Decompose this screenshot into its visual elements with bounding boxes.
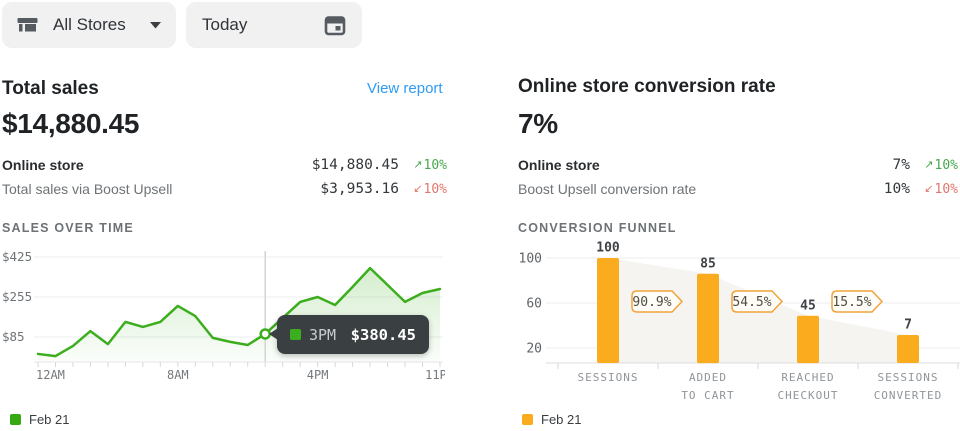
arrow-down-icon: ↙: [924, 182, 933, 195]
svg-text:100: 100: [519, 252, 542, 267]
svg-text:90.9%: 90.9%: [632, 295, 671, 310]
conversion-rate-value: 7%: [518, 108, 558, 140]
svg-text:85: 85: [700, 256, 716, 271]
delta-badge: ↗10%: [918, 158, 958, 173]
tooltip-series-swatch: [290, 329, 301, 340]
date-range-label: Today: [202, 15, 247, 35]
row-label: Total sales via Boost Upsell: [2, 181, 172, 197]
row-label: Boost Upsell conversion rate: [518, 181, 696, 197]
svg-text:7: 7: [904, 318, 912, 333]
conversion-funnel-heading: CONVERSION FUNNEL: [518, 221, 677, 235]
svg-text:$85: $85: [2, 329, 25, 344]
row-value: 10%: [884, 181, 910, 197]
store-selector-button[interactable]: All Stores: [2, 2, 176, 48]
svg-text:12AM: 12AM: [36, 368, 65, 382]
svg-text:100: 100: [596, 241, 620, 256]
total-sales-row-boost-upsell: Total sales via Boost Upsell $3,953.16 ↙…: [2, 179, 447, 199]
svg-text:20: 20: [526, 342, 542, 357]
storefront-icon: [16, 14, 39, 37]
svg-text:SESSIONSCONVERTED: SESSIONSCONVERTED: [874, 371, 943, 402]
legend-swatch-green: [10, 414, 21, 425]
delta-badge: ↗10%: [407, 158, 447, 173]
total-sales-title: Total sales: [2, 78, 99, 100]
chart-tooltip: 3PM $380.45: [277, 315, 429, 354]
chevron-down-icon: [150, 22, 162, 29]
svg-text:8AM: 8AM: [167, 368, 189, 382]
svg-text:15.5%: 15.5%: [832, 295, 871, 310]
delta-badge: ↙10%: [918, 182, 958, 197]
sales-chart-legend: Feb 21: [10, 412, 69, 427]
svg-text:REACHEDCHECKOUT: REACHEDCHECKOUT: [778, 371, 839, 402]
arrow-up-icon: ↗: [413, 158, 422, 171]
svg-text:11PM: 11PM: [425, 368, 445, 382]
row-value: $14,880.45: [312, 157, 399, 173]
row-label: Online store: [2, 157, 84, 173]
calendar-icon: [324, 14, 346, 36]
conversion-rate-title: Online store conversion rate: [518, 76, 776, 98]
store-selector-label: All Stores: [53, 15, 126, 35]
total-sales-row-online-store: Online store $14,880.45 ↗10%: [2, 155, 447, 175]
total-sales-value: $14,880.45: [2, 108, 139, 140]
svg-text:45: 45: [800, 298, 816, 313]
row-label: Online store: [518, 157, 600, 173]
arrow-down-icon: ↙: [413, 182, 422, 195]
legend-label: Feb 21: [541, 412, 581, 427]
tooltip-value: $380.45: [351, 326, 416, 344]
funnel-chart-legend: Feb 21: [522, 412, 581, 427]
date-range-button[interactable]: Today: [186, 2, 362, 48]
svg-text:SESSIONS: SESSIONS: [578, 371, 639, 384]
svg-text:ADDEDTO CART: ADDEDTO CART: [681, 371, 734, 402]
arrow-up-icon: ↗: [924, 158, 933, 171]
tooltip-time: 3PM: [309, 326, 336, 344]
legend-swatch-orange: [522, 414, 533, 425]
conversion-funnel-chart: 100 60 20 100 85 45 7 90.9% 54.5% 15.5% SESSIONS AD…: [518, 240, 960, 415]
sales-over-time-heading: SALES OVER TIME: [2, 221, 134, 235]
view-report-link[interactable]: View report: [367, 80, 443, 97]
svg-text:54.5%: 54.5%: [732, 295, 771, 310]
svg-text:$255: $255: [2, 289, 32, 304]
conversion-row-boost-upsell: Boost Upsell conversion rate 10% ↙10%: [518, 179, 958, 199]
svg-text:4PM: 4PM: [307, 368, 329, 382]
row-value: 7%: [893, 157, 910, 173]
delta-badge: ↙10%: [407, 182, 447, 197]
svg-text:$425: $425: [2, 249, 32, 264]
analytics-dashboard: All Stores Today Total sales View report…: [0, 0, 960, 431]
legend-label: Feb 21: [29, 412, 69, 427]
conversion-row-online-store: Online store 7% ↗10%: [518, 155, 958, 175]
row-value: $3,953.16: [320, 181, 399, 197]
svg-text:60: 60: [526, 297, 542, 312]
